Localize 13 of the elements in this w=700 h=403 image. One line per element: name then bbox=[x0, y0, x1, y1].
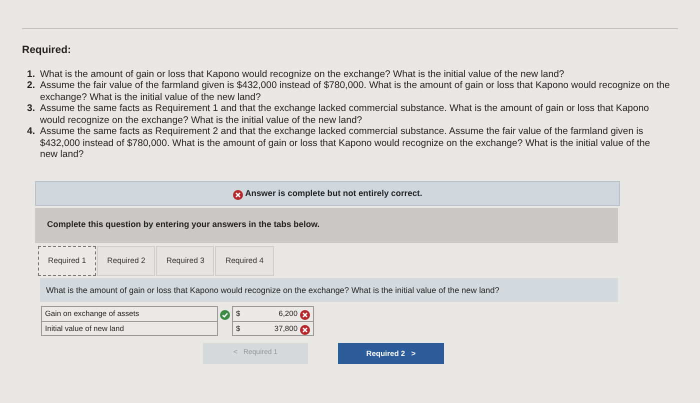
requirement-text: Assume the fair value of the farmland given is $432,000 instead of $780,000. What is the amount of gain or loss that Kapono would recognize on the exchange? What is the initial value of the new land? bbox=[40, 80, 670, 104]
requirement-text: What is the amount of gain or loss that Kapono would recognize on the exchange? What is the initial value of the new land? bbox=[40, 68, 564, 80]
status-message: Answer is complete but not entirely correct. bbox=[245, 186, 422, 200]
question-text: What is the amount of gain or loss that Kapono would recognize on the exchange? What is the initial value of the new land? bbox=[40, 278, 618, 302]
check-icon bbox=[220, 309, 230, 320]
required-heading: Required: bbox=[22, 43, 72, 58]
requirement-text: Assume the same facts as Requirement 2 and that the exchange lacked commercial substance. Assume the fair value of the farmland given is $432,000 instead of $780,000. What is the amount of gain or loss that Kapono would recognize on the exchange? What is the initial value of the new land? bbox=[40, 126, 652, 161]
item-number: 1. bbox=[26, 68, 36, 80]
item-number: 4. bbox=[26, 126, 36, 140]
item-number: 2. bbox=[26, 80, 36, 94]
requirement-text: Assume the same facts as Requirement 1 and that the exchange lacked commercial substance. What is the amount of gain or loss that Kapono would recognize on the exchange? What is the initial value of the new land? bbox=[40, 103, 650, 126]
item-number: 3. bbox=[26, 103, 36, 116]
instruction-text: Complete this question by entering your answers in the tabs below. bbox=[47, 218, 320, 229]
